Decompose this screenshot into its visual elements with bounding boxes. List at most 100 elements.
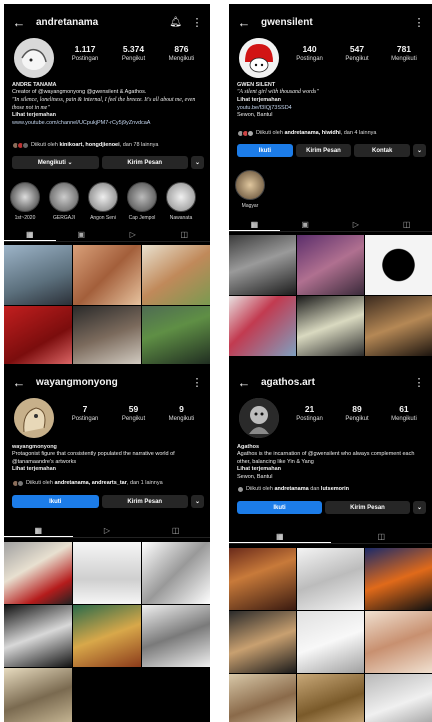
location-text: Sewon, Bantul	[237, 112, 273, 119]
post-thumbnail[interactable]	[365, 674, 432, 722]
post-thumbnail[interactable]	[297, 674, 364, 722]
post-thumbnail[interactable]	[4, 306, 72, 364]
tagged-icon[interactable]: ◫	[331, 530, 432, 543]
post-thumbnail[interactable]	[73, 245, 141, 305]
post-thumbnail[interactable]	[365, 611, 432, 673]
post-thumbnail[interactable]	[229, 674, 296, 722]
reels-icon[interactable]: ▣	[56, 228, 108, 241]
post-thumbnail[interactable]	[365, 235, 432, 295]
post-thumbnail[interactable]	[142, 245, 210, 305]
follow-button[interactable]: Ikuti	[12, 495, 99, 508]
post-thumbnail[interactable]	[365, 296, 432, 356]
profile-link[interactable]: youtu.be/f3IQj73SSD4	[237, 105, 426, 112]
play-icon[interactable]: ▷	[107, 228, 159, 241]
message-button[interactable]: Kirim Pesan	[295, 144, 352, 157]
avatar[interactable]	[14, 398, 54, 438]
follow-button[interactable]: Ikuti	[237, 144, 293, 157]
back-arrow-icon[interactable]: ←	[8, 375, 30, 390]
post-thumbnail[interactable]	[297, 548, 364, 610]
stat-followers[interactable]: 547 Pengikut	[345, 44, 368, 62]
highlight-item[interactable]: 1st~2020	[8, 182, 42, 221]
stat-posts[interactable]: 1.117 Postingan	[72, 44, 99, 62]
bell-icon[interactable]: 🔔︎	[169, 17, 182, 28]
followed-by-text: Diikuti oleh andretanama, andrearts_tar,…	[26, 480, 163, 486]
suggest-dropdown-button[interactable]: ⌄	[191, 495, 204, 508]
top-bar: ← andretanama 🔔︎ ⋮	[4, 12, 210, 32]
post-thumbnail[interactable]	[142, 542, 210, 604]
followed-by[interactable]: Diikuti oleh andretanama, hiwidhi, dan 4…	[237, 128, 426, 138]
translate-link[interactable]: Lihat terjemahan	[12, 466, 204, 473]
followed-by[interactable]: Diikuti oleh andretanama dan lutsemorin	[237, 484, 426, 494]
stat-posts[interactable]: 7 Postingan	[72, 404, 99, 422]
post-thumbnail[interactable]	[229, 548, 296, 610]
more-vertical-icon[interactable]: ⋮	[412, 376, 426, 389]
following-button[interactable]: Mengikuti ⌄	[12, 156, 99, 169]
translate-link[interactable]: Lihat terjemahan	[237, 97, 426, 104]
grid-icon[interactable]: ▦	[4, 228, 56, 241]
post-thumbnail[interactable]	[229, 235, 296, 295]
stat-posts[interactable]: 21 Postingan	[296, 404, 323, 422]
post-thumbnail[interactable]	[4, 605, 72, 667]
play-icon[interactable]: ▷	[331, 218, 382, 231]
post-thumbnail[interactable]	[4, 542, 72, 604]
post-thumbnail[interactable]	[73, 542, 141, 604]
post-thumbnail[interactable]	[297, 611, 364, 673]
stat-followers[interactable]: 5.374 Pengikut	[122, 44, 145, 62]
post-thumbnail[interactable]	[73, 306, 141, 364]
post-thumbnail[interactable]	[365, 548, 432, 610]
grid-icon[interactable]: ▦	[4, 524, 73, 537]
stat-following[interactable]: 61 Mengikuti	[391, 404, 417, 422]
post-thumbnail[interactable]	[4, 245, 72, 305]
highlight-item[interactable]: Cap Jempol	[125, 182, 159, 221]
suggest-dropdown-button[interactable]: ⌄	[413, 501, 426, 514]
post-thumbnail[interactable]	[297, 235, 364, 295]
story-highlights: Magyar	[233, 170, 432, 209]
highlight-item[interactable]: Angon Seni	[86, 182, 120, 221]
avatar[interactable]	[239, 398, 279, 438]
grid-icon[interactable]: ▦	[229, 530, 331, 543]
suggest-dropdown-button[interactable]: ⌄	[413, 144, 427, 157]
post-thumbnail[interactable]	[4, 668, 72, 722]
tagged-icon[interactable]: ◫	[141, 524, 210, 537]
avatar[interactable]	[239, 38, 279, 78]
grid-icon[interactable]: ▦	[229, 218, 280, 231]
stat-followers[interactable]: 89 Pengikut	[345, 404, 368, 422]
contact-button[interactable]: Kontak	[354, 144, 411, 157]
message-button[interactable]: Kirim Pesan	[101, 156, 188, 169]
stat-following[interactable]: 781 Mengikuti	[391, 44, 417, 62]
avatar[interactable]	[14, 38, 54, 78]
stat-following[interactable]: 9 Mengikuti	[169, 404, 195, 422]
tagged-icon[interactable]: ◫	[381, 218, 432, 231]
post-thumbnail[interactable]	[229, 296, 296, 356]
play-icon[interactable]: ▷	[73, 524, 142, 537]
post-thumbnail[interactable]	[73, 605, 141, 667]
post-thumbnail[interactable]	[229, 611, 296, 673]
username: wayangmonyong	[36, 376, 118, 388]
more-vertical-icon[interactable]: ⋮	[190, 376, 204, 389]
message-button[interactable]: Kirim Pesan	[101, 495, 188, 508]
message-button[interactable]: Kirim Pesan	[325, 501, 410, 514]
post-thumbnail[interactable]	[142, 605, 210, 667]
back-arrow-icon[interactable]: ←	[8, 15, 30, 30]
more-vertical-icon[interactable]: ⋮	[412, 16, 426, 29]
stat-followers[interactable]: 59 Pengikut	[122, 404, 145, 422]
highlight-item[interactable]: Nawanata	[164, 182, 198, 221]
post-thumbnail[interactable]	[142, 306, 210, 364]
more-vertical-icon[interactable]: ⋮	[190, 16, 204, 29]
tagged-icon[interactable]: ◫	[159, 228, 211, 241]
follow-button[interactable]: Ikuti	[237, 501, 322, 514]
post-thumbnail[interactable]	[297, 296, 364, 356]
highlight-item[interactable]: GERGAJI	[47, 182, 81, 221]
stat-following[interactable]: 876 Mengikuti	[169, 44, 195, 62]
highlight-item[interactable]: Magyar	[233, 170, 267, 209]
back-arrow-icon[interactable]: ←	[233, 15, 255, 30]
followed-by[interactable]: Diikuti oleh kinikoart, hongdjienoei, da…	[12, 140, 204, 150]
back-arrow-icon[interactable]: ←	[233, 375, 255, 390]
profile-link[interactable]: www.youtube.com/channel/UCpukjPM7-rCy5j9…	[12, 120, 204, 127]
followed-by[interactable]: Diikuti oleh andretanama, andrearts_tar,…	[12, 476, 204, 490]
translate-link[interactable]: Lihat terjemahan	[237, 466, 426, 473]
stat-posts[interactable]: 140 Postingan	[296, 44, 323, 62]
suggest-dropdown-button[interactable]: ⌄	[191, 156, 204, 169]
reels-icon[interactable]: ▣	[280, 218, 331, 231]
translate-link[interactable]: Lihat terjemahan	[12, 112, 204, 119]
